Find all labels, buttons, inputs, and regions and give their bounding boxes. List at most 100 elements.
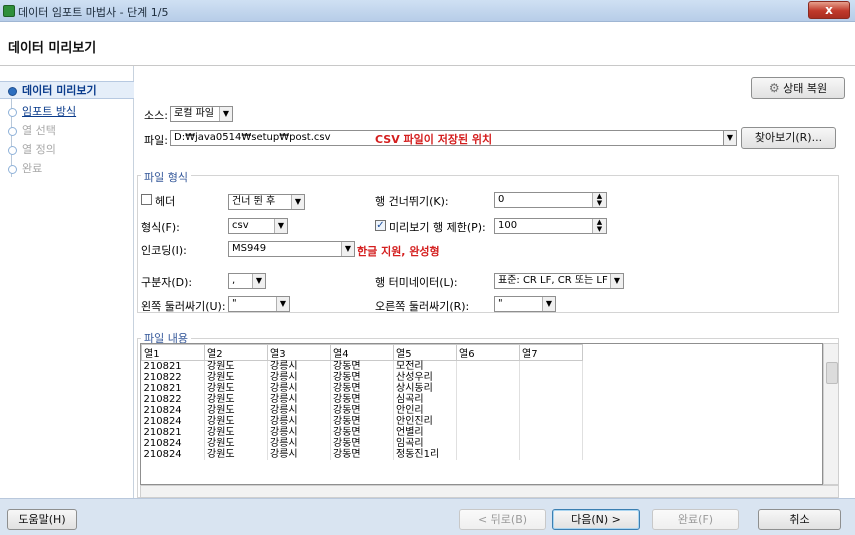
table-cell: 강원도 [204, 405, 268, 416]
step-label: 완료 [22, 162, 43, 175]
step-icon [8, 108, 17, 117]
table-row[interactable]: 210824 강원도 강릉시 강동면 임곡리 [141, 438, 583, 449]
close-button[interactable]: x [808, 1, 850, 19]
restore-state-label: 상태 복원 [783, 82, 828, 95]
table-cell: 210824 [141, 405, 205, 416]
file-content-table[interactable]: 열1 열2 열3 열4 열5 열6 열7 210821 강원도 강릉시 강동면 모전리 2… [140, 343, 823, 485]
table-cell: 210824 [141, 416, 205, 427]
file-path-value: D:₩java0514₩setup₩post.csv [174, 132, 331, 143]
row-terminator-dropdown[interactable]: 표준: CR LF, CR 또는 LF ▼ [494, 273, 624, 289]
table-row[interactable]: 210824 강원도 강릉시 강동면 안인진리 [141, 416, 583, 427]
chevron-down-icon: ▼ [542, 297, 555, 311]
table-cell [519, 438, 583, 449]
table-cell: 강동면 [330, 383, 394, 394]
table-cell [456, 405, 520, 416]
step-label: 임포트 방식 [22, 105, 77, 118]
back-button: < 뒤로(B) [459, 509, 546, 530]
right-enclosure-label: 오른쪽 둘러싸기(R): [375, 300, 470, 313]
table-cell [456, 394, 520, 405]
table-cell: 210824 [141, 438, 205, 449]
help-button[interactable]: 도움말(H) [7, 509, 77, 530]
horizontal-scrollbar[interactable] [140, 485, 839, 498]
preview-limit-value: 100 [498, 220, 518, 231]
step-column-select: 열 선택 [0, 122, 134, 140]
right-enclosure-dropdown[interactable]: " ▼ [494, 296, 556, 312]
table-cell: 강동면 [330, 360, 394, 372]
table-cell [456, 360, 520, 372]
chevron-down-icon: ▼ [274, 219, 287, 233]
restore-state-button[interactable]: ⚙ 상태 복원 [751, 77, 845, 99]
spinner-icon[interactable]: ▲ ▼ [592, 219, 606, 233]
table-row[interactable]: 210821 강원도 강릉시 강동면 언별리 [141, 427, 583, 438]
column-header[interactable]: 열7 [519, 344, 583, 361]
preview-limit-checkbox[interactable]: ✓ [375, 220, 386, 231]
chevron-down-icon: ▼ [341, 242, 354, 256]
column-header[interactable]: 열1 [141, 344, 205, 361]
skip-rows-input[interactable]: 0 ▲ ▼ [494, 192, 607, 208]
table-cell [519, 372, 583, 383]
chevron-down-icon: ▼ [219, 107, 232, 121]
table-row[interactable]: 210824 강원도 강릉시 강동면 정동진1리 [141, 449, 583, 460]
file-history-dropdown[interactable]: ▼ [723, 130, 737, 146]
table-cell: 강원도 [204, 394, 268, 405]
table-cell [519, 405, 583, 416]
encoding-dropdown[interactable]: MS949 ▼ [228, 241, 355, 257]
table-cell: 강원도 [204, 416, 268, 427]
table-cell: 강원도 [204, 372, 268, 383]
next-button[interactable]: 다음(N) > [552, 509, 640, 530]
table-cell [456, 416, 520, 427]
step-label: 열 선택 [22, 124, 56, 137]
table-cell: 210821 [141, 360, 205, 372]
encoding-value: MS949 [232, 243, 267, 254]
table-cell: 임곡리 [393, 438, 457, 449]
table-row[interactable]: 210821 강원도 강릉시 강동면 상시동리 [141, 383, 583, 394]
table-cell [519, 449, 583, 460]
step-import-method[interactable]: 임포트 방식 [0, 103, 134, 121]
vertical-scrollbar[interactable] [823, 343, 839, 485]
table-cell: 강릉시 [267, 394, 331, 405]
table-cell: 210821 [141, 383, 205, 394]
table-cell: 강동면 [330, 427, 394, 438]
table-header-row: 열1 열2 열3 열4 열5 열6 열7 [141, 344, 583, 361]
column-header[interactable]: 열4 [330, 344, 394, 361]
column-header[interactable]: 열3 [267, 344, 331, 361]
step-data-preview[interactable]: 데이터 미리보기 [0, 81, 134, 99]
table-row[interactable]: 210821 강원도 강릉시 강동면 모전리 [141, 360, 583, 372]
table-cell: 강원도 [204, 449, 268, 460]
file-label: 파일: [144, 134, 168, 147]
delimiter-dropdown[interactable]: , ▼ [228, 273, 266, 289]
header-mode-dropdown[interactable]: 건너 뛴 후 ▼ [228, 194, 305, 210]
wizard-steps: 데이터 미리보기 임포트 방식 열 선택 열 정의 완료 [0, 66, 134, 498]
app-icon [3, 5, 15, 17]
skip-rows-value: 0 [498, 194, 505, 205]
format-value: csv [232, 220, 249, 231]
chevron-down-icon: ▼ [724, 131, 736, 145]
browse-button[interactable]: 찾아보기(R)... [741, 127, 836, 149]
source-dropdown[interactable]: 로컬 파일 ▼ [170, 106, 233, 122]
table-cell [519, 416, 583, 427]
table-cell [519, 360, 583, 372]
table-row[interactable]: 210824 강원도 강릉시 강동면 안인리 [141, 405, 583, 416]
table-cell: 강릉시 [267, 372, 331, 383]
preview-limit-label: 미리보기 행 제한(P): [389, 221, 486, 234]
table-cell: 안인진리 [393, 416, 457, 427]
step-icon [8, 165, 17, 174]
column-header[interactable]: 열6 [456, 344, 520, 361]
table-cell: 강동면 [330, 372, 394, 383]
header-checkbox[interactable] [141, 194, 152, 205]
scroll-thumb[interactable] [826, 362, 838, 384]
table-cell: 안인리 [393, 405, 457, 416]
table-cell: 강동면 [330, 416, 394, 427]
left-enclosure-dropdown[interactable]: " ▼ [228, 296, 290, 312]
table-row[interactable]: 210822 강원도 강릉시 강동면 심곡리 [141, 394, 583, 405]
column-header[interactable]: 열5 [393, 344, 457, 361]
table-cell [456, 372, 520, 383]
chevron-down-icon: ▼ [252, 274, 265, 288]
table-cell [456, 449, 520, 460]
cancel-button[interactable]: 취소 [758, 509, 841, 530]
spinner-icon[interactable]: ▲ ▼ [592, 193, 606, 207]
table-row[interactable]: 210822 강원도 강릉시 강동면 산성우리 [141, 372, 583, 383]
format-dropdown[interactable]: csv ▼ [228, 218, 288, 234]
preview-limit-input[interactable]: 100 ▲ ▼ [494, 218, 607, 234]
column-header[interactable]: 열2 [204, 344, 268, 361]
